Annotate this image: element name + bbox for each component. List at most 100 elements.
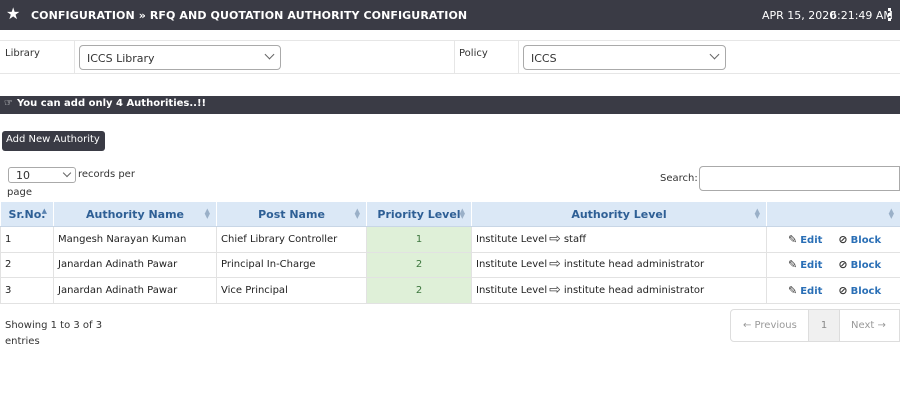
cell-actions: ✎ Edit ⊘ Block (766, 251, 900, 278)
page-1-button[interactable]: 1 (808, 310, 840, 341)
search-label: Search: (660, 173, 698, 184)
block-link[interactable]: ⊘ Block (838, 258, 882, 272)
filter-bar: Library ICCS Library Policy ICCS (0, 40, 900, 74)
cell-post-name: Vice Principal (216, 277, 367, 304)
sort-icon: ▲ ▼ (888, 207, 894, 220)
page-title: CONFIGURATION » RFQ AND QUOTATION AUTHOR… (31, 9, 468, 22)
divider (74, 41, 75, 74)
sort-icon: ▲ ▼ (459, 207, 465, 220)
edit-label: Edit (800, 285, 823, 297)
search-input[interactable] (699, 166, 900, 191)
records-per-page-select[interactable]: 10 (8, 167, 76, 183)
edit-link[interactable]: ✎ Edit (788, 283, 823, 297)
chevron-down-icon (709, 49, 720, 60)
col-header-label: Authority Name (86, 207, 184, 221)
cell-priority-level: 2 (366, 251, 472, 278)
sort-icon: ▲ ▼ (204, 207, 210, 220)
block-label: Block (850, 285, 882, 297)
notice-text: You can add only 4 Authorities..!! (16, 98, 207, 109)
page-label: page (7, 187, 32, 198)
pagination: ← Previous 1 Next → (730, 309, 900, 342)
cell-authority-level: Institute Level ⇨ staff (471, 226, 767, 253)
policy-select[interactable]: ICCS (523, 45, 726, 70)
level-to: institute head administrator (563, 284, 705, 296)
table-row: 1 Mangesh Narayan Kuman Chief Library Co… (0, 226, 900, 253)
cell-authority-level: Institute Level ⇨ institute head administr… (471, 277, 767, 304)
library-select-value: ICCS Library (87, 52, 155, 65)
cell-authority-name: Janardan Adinath Pawar (53, 251, 217, 278)
sort-asc-icon: ▲ (41, 207, 47, 215)
level-from: Institute Level (476, 233, 548, 245)
cell-sr-no: 2 (0, 251, 54, 278)
arrow-right-icon: ⇨ (549, 230, 561, 247)
header-time: 6:21:49 AM (830, 9, 893, 22)
pencil-icon: ✎ (788, 283, 798, 297)
authority-table: Sr.No. ▲ Authority Name ▲ ▼ Post Name ▲ ▼ Pri… (0, 201, 900, 304)
sort-icon: ▲ ▼ (754, 207, 760, 220)
edit-link[interactable]: ✎ Edit (788, 232, 823, 246)
table-header-row: Sr.No. ▲ Authority Name ▲ ▼ Post Name ▲ ▼ Pri… (0, 201, 900, 227)
add-new-authority-button[interactable]: Add New Authority (2, 131, 105, 151)
library-select[interactable]: ICCS Library (79, 45, 281, 70)
kebab-menu-icon[interactable] (887, 8, 893, 22)
table-row: 3 Janardan Adinath Pawar Vice Principal … (0, 277, 900, 304)
cell-authority-name: Mangesh Narayan Kuman (53, 226, 217, 253)
table-info: Showing 1 to 3 of 3 (5, 320, 103, 331)
sort-icon: ▲ ▼ (354, 207, 360, 220)
previous-page-button[interactable]: ← Previous (743, 320, 797, 331)
records-per-page-value: 10 (16, 169, 30, 182)
divider (518, 41, 519, 74)
notice-bar: ☞ You can add only 4 Authorities..!! (0, 96, 900, 114)
level-to: institute head administrator (563, 259, 705, 271)
cell-actions: ✎ Edit ⊘ Block (766, 226, 900, 253)
cell-priority-level: 2 (366, 277, 472, 304)
col-header-sr-no[interactable]: Sr.No. ▲ (0, 201, 54, 227)
col-header-label: Priority Level (377, 207, 461, 221)
block-icon: ⊘ (838, 283, 848, 297)
cell-sr-no: 3 (0, 277, 54, 304)
col-header-label: Authority Level (571, 207, 667, 221)
pencil-icon: ✎ (788, 232, 798, 246)
col-header-priority-level[interactable]: Priority Level ▲ ▼ (366, 201, 472, 227)
cell-post-name: Chief Library Controller (216, 226, 367, 253)
col-header-authority-level[interactable]: Authority Level ▲ ▼ (471, 201, 767, 227)
next-page-button[interactable]: Next → (851, 320, 886, 331)
table-info-entries: entries (5, 336, 40, 347)
cell-authority-name: Janardan Adinath Pawar (53, 277, 217, 304)
pencil-icon: ✎ (788, 258, 798, 272)
chevron-down-icon (264, 49, 275, 60)
col-header-authority-name[interactable]: Authority Name ▲ ▼ (53, 201, 217, 227)
level-from: Institute Level (476, 259, 548, 271)
arrow-right-icon: ⇨ (549, 281, 561, 298)
cell-post-name: Principal In-Charge (216, 251, 367, 278)
block-link[interactable]: ⊘ Block (838, 283, 882, 297)
edit-label: Edit (800, 260, 823, 272)
block-link[interactable]: ⊘ Block (838, 232, 882, 246)
records-per-label: records per (78, 169, 135, 180)
header-date: APR 15, 2020 (762, 9, 837, 22)
policy-select-value: ICCS (531, 52, 557, 65)
star-icon[interactable]: ★ (6, 5, 20, 23)
divider (454, 41, 455, 74)
block-label: Block (850, 234, 882, 246)
cell-authority-level: Institute Level ⇨ institute head administr… (471, 251, 767, 278)
block-label: Block (850, 260, 882, 272)
cell-sr-no: 1 (0, 226, 54, 253)
level-to: staff (563, 233, 586, 245)
cell-actions: ✎ Edit ⊘ Block (766, 277, 900, 304)
block-icon: ⊘ (838, 232, 848, 246)
block-icon: ⊘ (838, 258, 848, 272)
table-row: 2 Janardan Adinath Pawar Principal In-Ch… (0, 251, 900, 278)
col-header-label: Sr.No. (8, 207, 46, 221)
edit-label: Edit (800, 234, 823, 246)
library-label: Library (5, 48, 40, 59)
edit-link[interactable]: ✎ Edit (788, 258, 823, 272)
level-from: Institute Level (476, 284, 548, 296)
col-header-label: Post Name (258, 207, 325, 221)
cell-priority-level: 1 (366, 226, 472, 253)
arrow-right-icon: ⇨ (549, 256, 561, 273)
chevron-down-icon (62, 168, 72, 178)
hand-pointer-icon: ☞ (4, 98, 13, 109)
col-header-post-name[interactable]: Post Name ▲ ▼ (216, 201, 367, 227)
col-header-actions[interactable]: ▲ ▼ (766, 201, 900, 227)
